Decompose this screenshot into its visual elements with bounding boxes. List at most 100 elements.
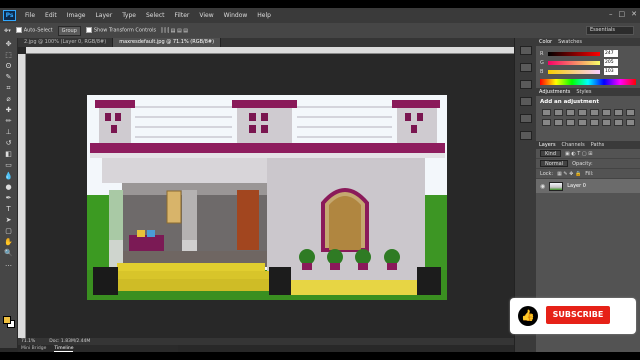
menu-window[interactable]: Window <box>219 12 253 19</box>
options-bar: ✥▾ Auto-Select Group Show Transform Cont… <box>0 23 640 38</box>
eye-icon[interactable]: ◉ <box>540 183 545 190</box>
opacity-label: Opacity: <box>572 160 593 167</box>
selective-color-icon[interactable] <box>626 119 635 126</box>
move-tool-icon[interactable]: ✥ <box>3 40 15 49</box>
properties-panel-icon[interactable] <box>519 63 532 72</box>
vibrance-icon[interactable] <box>590 109 599 116</box>
red-value[interactable]: 247 <box>604 50 618 57</box>
menu-image[interactable]: Image <box>62 12 91 19</box>
character-panel-icon[interactable] <box>519 80 532 89</box>
hand-tool-icon[interactable]: ✋ <box>3 238 15 247</box>
exposure-icon[interactable] <box>578 109 587 116</box>
path-select-tool-icon[interactable]: ➤ <box>3 216 15 225</box>
workspace-switcher[interactable]: Essentials <box>586 26 634 35</box>
filter-icons[interactable]: ▣ ◐ T ▢ ⊞ <box>565 151 592 157</box>
layer-name[interactable]: Layer 0 <box>567 183 586 189</box>
blue-slider[interactable] <box>548 69 600 74</box>
kind-filter-dropdown[interactable]: Kind <box>540 150 562 157</box>
thumbs-up-icon[interactable]: 👍 <box>518 306 538 326</box>
type-tool-icon[interactable]: T <box>3 205 15 214</box>
eyedropper-tool-icon[interactable]: ⌀ <box>3 95 15 104</box>
menu-file[interactable]: File <box>20 12 40 19</box>
slider-blue: B 103 <box>536 67 640 76</box>
house-image <box>87 95 447 300</box>
green-slider[interactable] <box>548 60 600 65</box>
invert-icon[interactable] <box>578 119 587 126</box>
zoom-level[interactable]: 71.1% <box>21 339 35 344</box>
color-spectrum[interactable] <box>540 79 636 85</box>
brightness-icon[interactable] <box>542 109 551 116</box>
menu-filter[interactable]: Filter <box>170 12 195 19</box>
tab-channels[interactable]: Channels <box>562 142 585 148</box>
color-balance-icon[interactable] <box>614 109 623 116</box>
canvas-area[interactable] <box>26 54 514 338</box>
menu-help[interactable]: Help <box>252 12 276 19</box>
house-illustration <box>87 95 447 300</box>
shape-tool-icon[interactable]: ▢ <box>3 227 15 236</box>
color-lookup-icon[interactable] <box>566 119 575 126</box>
tab-swatches[interactable]: Swatches <box>558 39 582 45</box>
quick-select-tool-icon[interactable]: ✎ <box>3 73 15 82</box>
lasso-tool-icon[interactable]: ʘ <box>3 62 15 71</box>
lock-icons[interactable]: ▦ ✎ ✥ 🔒 <box>557 171 581 177</box>
brush-tool-icon[interactable]: ✏ <box>3 117 15 126</box>
gradient-map-icon[interactable] <box>614 119 623 126</box>
lock-row: Lock: ▦ ✎ ✥ 🔒 Fill: <box>536 169 640 179</box>
extra-tools-icon[interactable]: … <box>3 260 15 269</box>
brush-panel-icon[interactable] <box>519 114 532 123</box>
menu-type[interactable]: Type <box>117 12 141 19</box>
subscribe-button[interactable]: SUBSCRIBE <box>546 306 610 324</box>
levels-icon[interactable] <box>554 109 563 116</box>
tab-timeline[interactable]: Timeline <box>54 346 74 352</box>
menu-layer[interactable]: Layer <box>90 12 117 19</box>
tab-layers[interactable]: Layers <box>539 142 556 148</box>
curves-icon[interactable] <box>566 109 575 116</box>
foreground-color-swatch[interactable] <box>3 316 11 324</box>
slider-red: R 247 <box>536 49 640 58</box>
clone-stamp-tool-icon[interactable]: ⊥ <box>3 128 15 137</box>
layer-row[interactable]: ◉ Layer 0 <box>536 179 640 193</box>
channel-mixer-icon[interactable] <box>554 119 563 126</box>
tab-styles[interactable]: Styles <box>576 89 591 95</box>
tab-color[interactable]: Color <box>539 39 552 45</box>
blur-tool-icon[interactable]: 💧 <box>3 172 15 181</box>
posterize-icon[interactable] <box>590 119 599 126</box>
green-value[interactable]: 205 <box>604 59 618 66</box>
minimize-icon[interactable]: – <box>609 10 613 18</box>
history-brush-tool-icon[interactable]: ↺ <box>3 139 15 148</box>
paragraph-panel-icon[interactable] <box>519 97 532 106</box>
tab-mini-bridge[interactable]: Mini Bridge <box>21 346 46 351</box>
menu-select[interactable]: Select <box>141 12 170 19</box>
healing-tool-icon[interactable]: ✚ <box>3 106 15 115</box>
menu-edit[interactable]: Edit <box>40 12 62 19</box>
gradient-tool-icon[interactable]: ▭ <box>3 161 15 170</box>
black-white-icon[interactable] <box>626 109 635 116</box>
eraser-tool-icon[interactable]: ◧ <box>3 150 15 159</box>
history-panel-icon[interactable] <box>519 46 532 55</box>
move-tool-icon[interactable]: ✥▾ <box>4 28 11 34</box>
transform-controls-checkbox[interactable]: Show Transform Controls <box>85 27 156 34</box>
hue-saturation-icon[interactable] <box>602 109 611 116</box>
tab-document-1[interactable]: 2.jpg @ 100% (Layer 0, RGB/8#) <box>18 38 114 47</box>
marquee-tool-icon[interactable]: ⬚ <box>3 51 15 60</box>
pen-tool-icon[interactable]: ✒ <box>3 194 15 203</box>
close-icon[interactable]: ✕ <box>631 10 637 18</box>
clone-source-panel-icon[interactable] <box>519 131 532 140</box>
photo-filter-icon[interactable] <box>542 119 551 126</box>
red-slider[interactable] <box>548 51 600 56</box>
tab-document-2[interactable]: maxresdefault.jpg @ 71.1% (RGB/8#) <box>113 38 222 47</box>
auto-select-checkbox[interactable]: Auto-Select <box>15 27 53 34</box>
tab-adjustments[interactable]: Adjustments <box>539 89 570 95</box>
maximize-icon[interactable]: □ <box>619 10 626 18</box>
tab-paths[interactable]: Paths <box>591 142 605 148</box>
red-label: R <box>540 50 544 57</box>
blue-value[interactable]: 103 <box>604 68 618 75</box>
threshold-icon[interactable] <box>602 119 611 126</box>
menu-view[interactable]: View <box>194 12 218 19</box>
zoom-tool-icon[interactable]: 🔍 <box>3 249 15 258</box>
auto-select-dropdown[interactable]: Group <box>57 25 81 36</box>
align-icons[interactable]: ⫿ ⫿ ⫿ ▤ ▤ ▤ <box>161 28 188 34</box>
dodge-tool-icon[interactable]: ● <box>3 183 15 192</box>
blend-mode-dropdown[interactable]: Normal <box>540 160 569 167</box>
crop-tool-icon[interactable]: ⌗ <box>3 84 15 93</box>
